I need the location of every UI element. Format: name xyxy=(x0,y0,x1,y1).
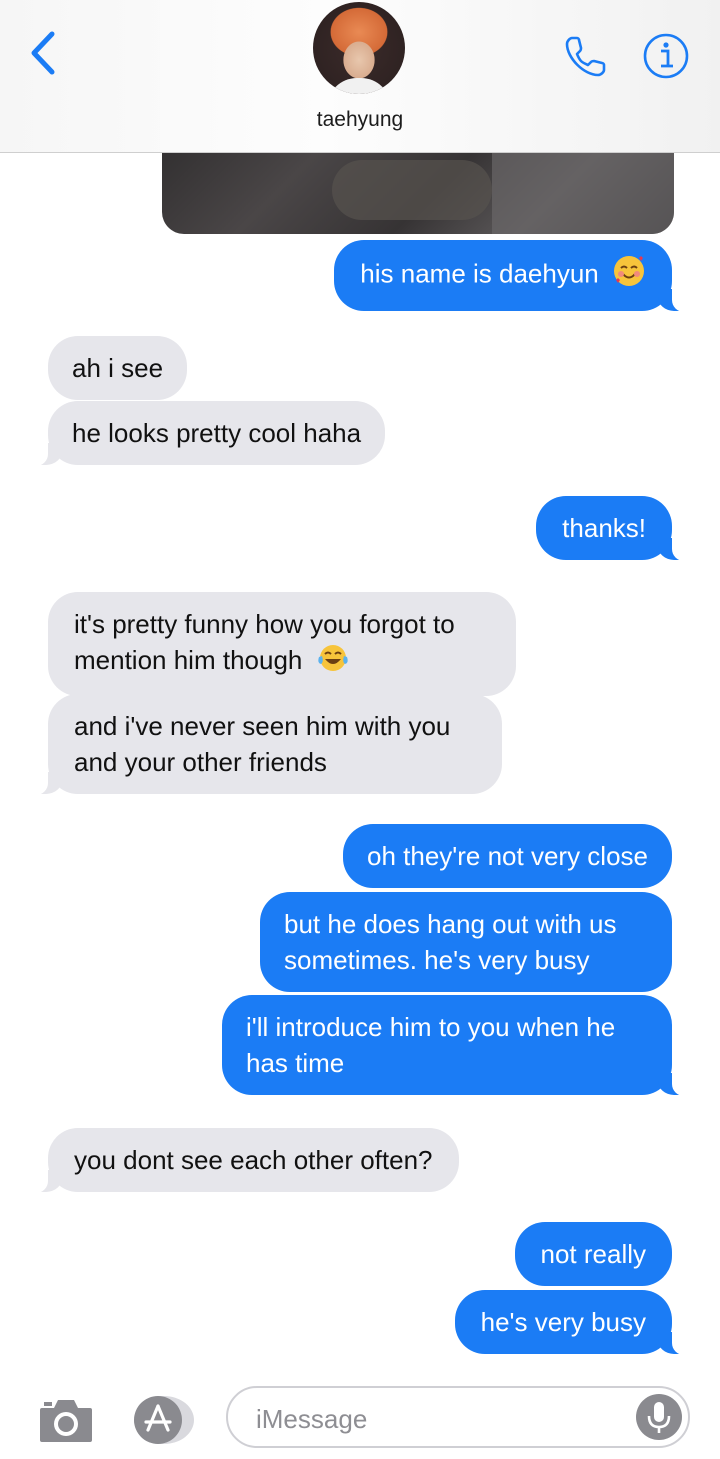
message-text: his name is daehyun xyxy=(360,258,599,289)
message-text: he looks pretty cool haha xyxy=(72,418,362,448)
message-text-line: and your other friends xyxy=(74,747,327,777)
message-text: thanks! xyxy=(562,513,646,543)
input-placeholder: iMessage xyxy=(256,1404,368,1434)
message-text: oh they're not very close xyxy=(367,841,648,871)
message-text-line: mention him though xyxy=(74,645,303,675)
info-icon[interactable] xyxy=(642,32,690,80)
message-text-line: it's pretty funny how you forgot to xyxy=(74,609,455,639)
contact-name[interactable]: taehyung xyxy=(0,108,720,132)
camera-icon[interactable] xyxy=(38,1396,94,1444)
imessage-input[interactable]: iMessage xyxy=(226,1386,690,1448)
message-bubble-incoming[interactable]: ah i see xyxy=(48,336,188,400)
message-text-line: i'll introduce him to you when he xyxy=(246,1012,616,1042)
message-bubble-incoming[interactable]: he looks pretty cool haha xyxy=(33,401,386,466)
message-bubble-incoming[interactable]: and i've never seen him with you and you… xyxy=(34,694,502,795)
conversation-header: taehyung xyxy=(0,0,720,153)
message-text-line: has time xyxy=(246,1048,345,1078)
message-bubble-outgoing[interactable]: i'll introduce him to you when he has ti… xyxy=(222,995,686,1096)
message-text: he's very busy xyxy=(480,1307,646,1337)
contact-avatar[interactable] xyxy=(313,2,405,94)
message-text-line: sometimes. he's very busy xyxy=(284,945,590,975)
message-bubble-outgoing[interactable]: thanks! xyxy=(536,496,686,561)
message-bubble-incoming[interactable]: it's pretty funny how you forgot to ment… xyxy=(48,592,516,696)
tears-of-joy-icon xyxy=(316,643,350,682)
message-text: ah i see xyxy=(72,353,164,383)
microphone-icon[interactable] xyxy=(636,1394,682,1440)
message-bubble-outgoing[interactable]: he's very busy xyxy=(454,1290,687,1355)
message-bubble-outgoing[interactable]: but he does hang out with us sometimes. … xyxy=(260,892,672,992)
message-bubble-outgoing[interactable]: not really xyxy=(514,1222,672,1286)
back-chevron-icon[interactable] xyxy=(24,28,64,78)
phone-icon[interactable] xyxy=(562,32,610,80)
message-text: you dont see each other often? xyxy=(74,1145,433,1175)
message-bubble-outgoing[interactable]: oh they're not very close xyxy=(343,824,672,888)
message-text-line: and i've never seen him with you xyxy=(74,711,451,741)
app-store-icon[interactable] xyxy=(130,1394,196,1446)
message-bubble-outgoing[interactable]: his name is daehyun xyxy=(334,240,686,312)
message-bubble-incoming[interactable]: you dont see each other often? xyxy=(34,1128,459,1193)
message-text: not really xyxy=(540,1239,647,1269)
message-text-line: but he does hang out with us xyxy=(284,909,617,939)
smiling-face-with-hearts-icon xyxy=(612,254,646,297)
